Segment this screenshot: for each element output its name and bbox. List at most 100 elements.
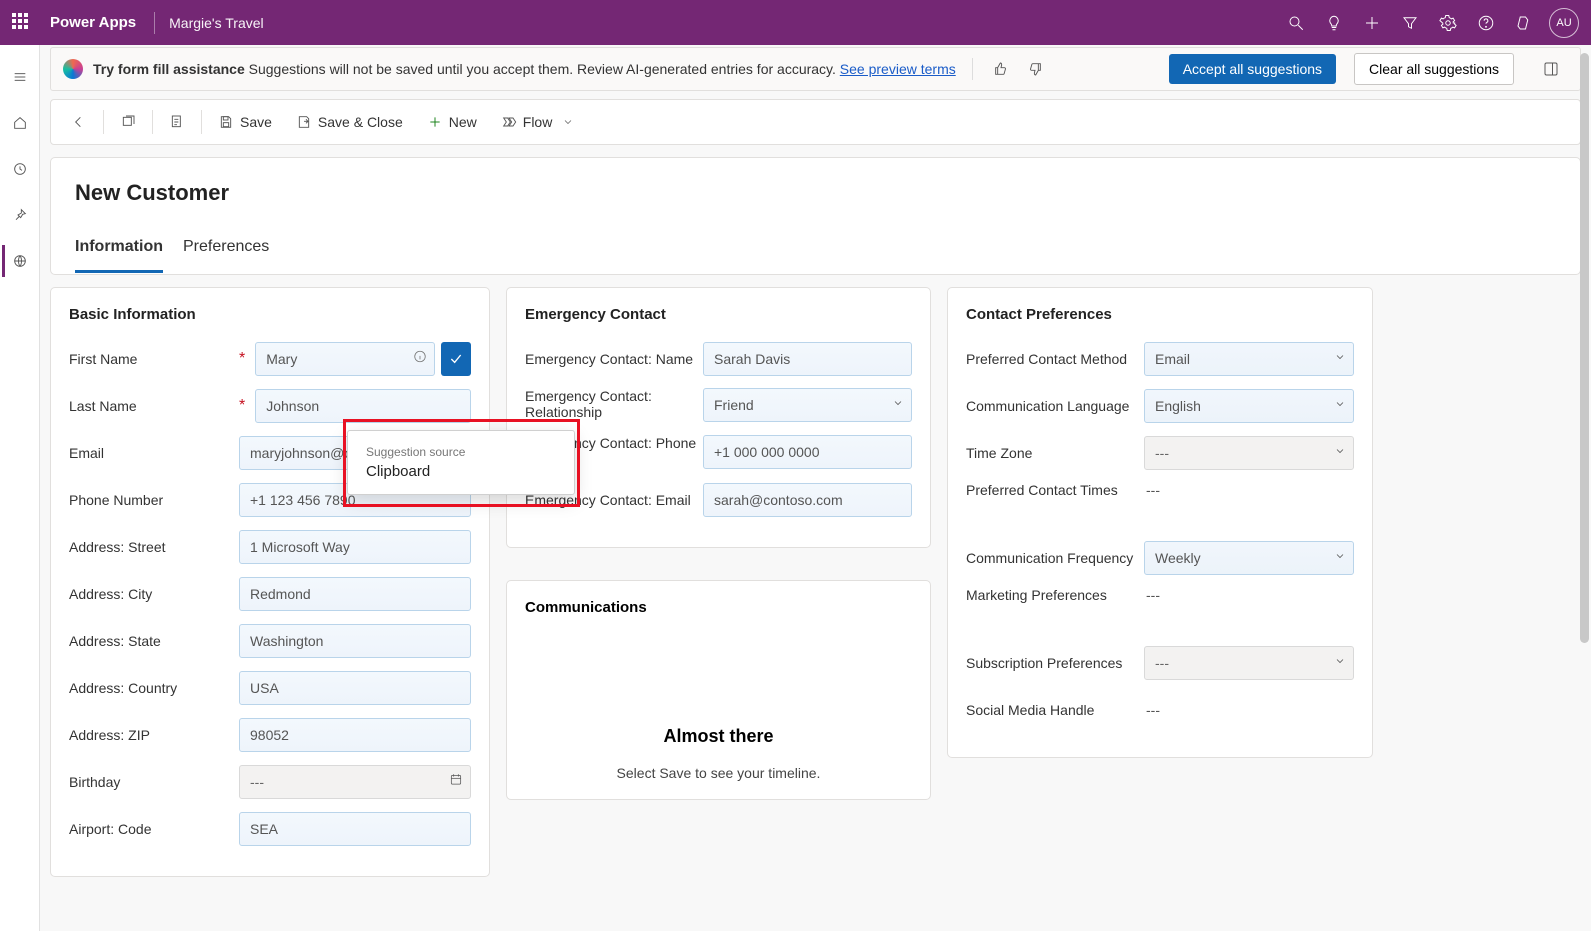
- airport-input[interactable]: [239, 812, 471, 846]
- country-input[interactable]: [239, 671, 471, 705]
- suggestion-source-tooltip: Suggestion source Clipboard: [347, 430, 575, 495]
- pref-mkt-value[interactable]: ---: [1144, 587, 1160, 603]
- email-label: Email: [69, 445, 104, 461]
- pref-lang-select[interactable]: [1144, 389, 1354, 423]
- save-button[interactable]: Save: [208, 104, 282, 140]
- settings-icon[interactable]: [1429, 0, 1467, 45]
- app-launcher-icon[interactable]: [12, 13, 32, 33]
- street-input[interactable]: [239, 530, 471, 564]
- section-title-emerg: Emergency Contact: [525, 306, 912, 323]
- scrollbar-thumb[interactable]: [1580, 53, 1589, 643]
- thumbs-down-icon[interactable]: [1023, 57, 1047, 81]
- ec-rel-select[interactable]: [703, 388, 912, 422]
- field-birthday: Birthday: [69, 764, 471, 800]
- field-city: Address: City: [69, 576, 471, 612]
- save-close-button[interactable]: Save & Close: [286, 104, 413, 140]
- banner-link[interactable]: See preview terms: [840, 61, 956, 77]
- user-avatar[interactable]: AU: [1549, 8, 1579, 38]
- field-pref-freq: Communication Frequency: [966, 540, 1354, 576]
- flow-label: Flow: [523, 114, 553, 130]
- left-nav-rail: [0, 45, 40, 931]
- tab-preferences[interactable]: Preferences: [183, 238, 269, 273]
- pref-social-value[interactable]: ---: [1144, 702, 1160, 718]
- field-pref-tz: Time Zone: [966, 435, 1354, 471]
- nav-hamburger-icon[interactable]: [4, 61, 36, 93]
- save-close-label: Save & Close: [318, 114, 403, 130]
- pref-times-value[interactable]: ---: [1144, 482, 1160, 498]
- accept-suggestion-button[interactable]: [441, 342, 471, 376]
- birthday-input[interactable]: [239, 765, 471, 799]
- info-icon[interactable]: [413, 350, 427, 369]
- nav-home-icon[interactable]: [4, 107, 36, 139]
- pref-sub-select[interactable]: [1144, 646, 1354, 680]
- calendar-icon[interactable]: [449, 773, 463, 792]
- form-sections: Basic Information First Name * Last Name…: [50, 287, 1581, 877]
- flow-button[interactable]: Flow: [491, 104, 585, 140]
- nav-pinned-icon[interactable]: [4, 199, 36, 231]
- help-icon[interactable]: [1467, 0, 1505, 45]
- environment-name[interactable]: Margie's Travel: [169, 15, 263, 31]
- app-name: Power Apps: [50, 14, 136, 31]
- cmd-divider: [103, 110, 104, 134]
- pref-method-select[interactable]: [1144, 342, 1354, 376]
- check-access-button[interactable]: [159, 104, 195, 140]
- last-name-input[interactable]: [255, 389, 471, 423]
- field-pref-sub: Subscription Preferences: [966, 645, 1354, 681]
- filter-icon[interactable]: [1391, 0, 1429, 45]
- field-pref-method: Preferred Contact Method: [966, 341, 1354, 377]
- nav-recent-icon[interactable]: [4, 153, 36, 185]
- birthday-label: Birthday: [69, 774, 120, 790]
- pref-method-label: Preferred Contact Method: [966, 351, 1144, 367]
- comm-almost-heading: Almost there: [525, 726, 912, 747]
- form-header-card: New Customer Information Preferences: [50, 157, 1581, 275]
- pref-tz-select[interactable]: [1144, 436, 1354, 470]
- field-airport: Airport: Code: [69, 811, 471, 847]
- section-basic-info: Basic Information First Name * Last Name…: [50, 287, 490, 877]
- tab-information[interactable]: Information: [75, 238, 163, 273]
- state-input[interactable]: [239, 624, 471, 658]
- field-last-name: Last Name *: [69, 388, 471, 424]
- ec-email-input[interactable]: [703, 483, 912, 517]
- scrollbar-track[interactable]: [1578, 49, 1591, 927]
- cmd-divider: [152, 110, 153, 134]
- back-button[interactable]: [61, 104, 97, 140]
- required-icon: *: [239, 350, 245, 368]
- new-button[interactable]: New: [417, 104, 487, 140]
- city-label: Address: City: [69, 586, 152, 602]
- open-new-window-button[interactable]: [110, 104, 146, 140]
- field-ec-name: Emergency Contact: Name: [525, 341, 912, 377]
- command-bar: Save Save & Close New Flow: [50, 99, 1581, 145]
- copilot-header-icon[interactable]: [1505, 0, 1543, 45]
- field-first-name: First Name *: [69, 341, 471, 377]
- city-input[interactable]: [239, 577, 471, 611]
- nav-entity-icon[interactable]: [2, 245, 34, 277]
- lightbulb-icon[interactable]: [1315, 0, 1353, 45]
- first-name-label: First Name: [69, 351, 137, 367]
- ec-name-input[interactable]: [703, 342, 912, 376]
- pref-tz-label: Time Zone: [966, 445, 1144, 461]
- ec-rel-label: Emergency Contact: Relationship: [525, 388, 703, 420]
- search-icon[interactable]: [1277, 0, 1315, 45]
- header-divider: [154, 12, 155, 34]
- clear-all-button[interactable]: Clear all suggestions: [1354, 53, 1514, 85]
- section-title-basic: Basic Information: [69, 306, 471, 323]
- ec-name-label: Emergency Contact: Name: [525, 351, 703, 367]
- zip-input[interactable]: [239, 718, 471, 752]
- field-ec-email: Emergency Contact: Email: [525, 482, 912, 518]
- add-icon[interactable]: [1353, 0, 1391, 45]
- copilot-pane-toggle-icon[interactable]: [1534, 52, 1568, 86]
- field-country: Address: Country: [69, 670, 471, 706]
- thumbs-up-icon[interactable]: [989, 57, 1013, 81]
- field-pref-social: Social Media Handle ---: [966, 692, 1354, 728]
- field-state: Address: State: [69, 623, 471, 659]
- new-label: New: [449, 114, 477, 130]
- pref-freq-select[interactable]: [1144, 541, 1354, 575]
- pref-lang-label: Communication Language: [966, 398, 1144, 414]
- field-ec-rel: Emergency Contact: Relationship: [525, 388, 912, 424]
- accept-all-button[interactable]: Accept all suggestions: [1169, 54, 1336, 84]
- ec-phone-input[interactable]: [703, 435, 912, 469]
- page-title: New Customer: [75, 180, 1556, 206]
- comm-almost-sub: Select Save to see your timeline.: [525, 765, 912, 781]
- first-name-input[interactable]: [255, 342, 435, 376]
- state-label: Address: State: [69, 633, 161, 649]
